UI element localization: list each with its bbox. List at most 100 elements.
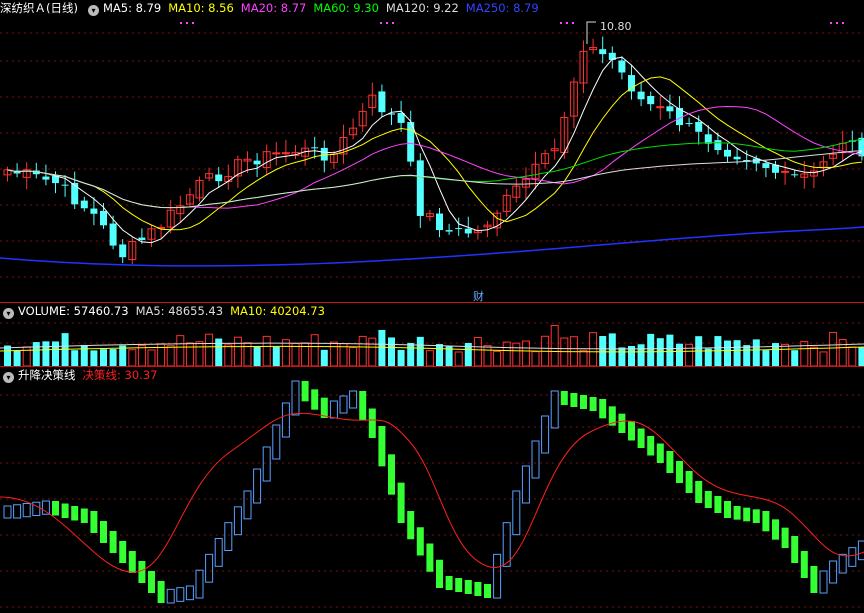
candle-body [628,75,635,92]
volume-indicator: MA5: 48655.43 [135,304,224,318]
candle-body [436,213,443,231]
volume-bar [436,344,443,366]
fall-bar [637,428,645,448]
fall-bar [128,551,136,573]
candle-body [138,237,146,240]
candle-body [71,182,79,205]
fall-bar [301,381,309,402]
candle-body [781,170,790,173]
rise-bar [185,585,194,601]
rise-bar [550,390,559,429]
rise-bar [819,570,828,594]
candle-body [714,140,722,151]
fall-bar [109,531,117,553]
volume-bar [137,344,146,366]
signal-dot [836,22,838,24]
ma-indicator: MA10: 8.56 [168,1,234,15]
candle-body [272,152,281,155]
volume-bar [666,334,674,366]
signal-chart[interactable] [0,367,864,613]
rise-bar [195,569,204,599]
rise-bar [243,490,252,520]
volume-bar [838,339,847,366]
candle-body [647,96,655,105]
signal-panel[interactable]: ▾ 升降决策线 决策线: 30.37 [0,367,864,613]
candle-body [599,49,607,55]
fall-bar [791,536,799,563]
rise-bar [521,465,530,504]
volume-bar [493,350,502,366]
toggle-icon[interactable]: ▾ [3,372,14,383]
ma-indicator: MA20: 8.77 [240,1,307,15]
volume-indicator: MA10: 40204.73 [230,304,325,318]
volume-bar [185,342,194,366]
candle-body [666,106,674,112]
fall-bar [685,471,693,493]
volume-bar [502,341,511,366]
rise-bar [857,540,864,561]
candle-body [656,106,665,109]
volume-bar [80,344,88,366]
volume-bar [791,350,799,366]
volume-bar [205,333,214,366]
fall-bar [724,501,731,518]
fall-bar [618,413,626,433]
fall-bar [752,509,760,523]
volume-bar [272,346,280,366]
rise-bar [531,440,540,479]
signal-dot [380,22,382,24]
volume-bar [407,342,415,366]
volume-bar [349,347,358,366]
rise-bar [541,415,550,454]
fall-bar [445,576,453,590]
fall-bar [397,482,405,523]
volume-bar [781,343,790,366]
toggle-icon[interactable]: ▾ [87,5,99,16]
fall-bar [589,397,597,411]
volume-bar [388,337,395,366]
volume-bar [128,349,137,366]
volume-bar [215,338,223,366]
volume-bar [762,350,770,366]
volume-bar [454,351,463,366]
volume-bar [599,336,607,366]
volume-bar [253,346,261,366]
fall-bar [484,584,491,598]
price-chart[interactable] [0,0,864,302]
fall-bar [320,397,328,418]
fall-bar [733,506,741,520]
rise-bar [224,522,233,552]
rise-bar [829,560,838,584]
volume-bar [233,336,242,366]
fall-bar [359,391,367,421]
volume-bar [90,350,98,366]
volume-panel[interactable]: ▾ VOLUME: 57460.73 MA5: 48655.43 MA10: 4020… [0,303,864,366]
volume-header: ▾ VOLUME: 57460.73 MA5: 48655.43 MA10: 4020… [0,303,339,319]
volume-bar [819,351,828,366]
volume-bar [752,339,760,366]
volume-bar [109,349,117,366]
volume-bar [416,336,424,366]
fall-bar [311,389,319,410]
rise-bar [281,402,290,438]
fall-bar [580,395,587,409]
candle-body [397,113,405,123]
candle-body [109,223,117,246]
rise-bar [512,490,521,536]
ma-indicator: MA5: 8.79 [102,1,162,15]
signal-dot [566,22,568,24]
candle-body [733,156,741,160]
toggle-icon[interactable]: ▾ [3,308,14,319]
ma-indicator: MA60: 9.30 [313,1,379,15]
fall-bar [388,454,395,495]
ma-indicator: MA120: 9.22 [385,1,459,15]
ma-indicator: MA250: 8.79 [465,1,539,15]
candle-body [858,137,864,157]
price-panel[interactable]: 深纺织Ａ(日线) ▾ MA5: 8.79 MA10: 8.56 MA20: 8.77 MA… [0,0,864,303]
rise-bar [32,501,41,516]
rise-bar [502,522,511,567]
candle-body [119,244,127,258]
candle-body [281,152,290,155]
rise-bar [166,588,175,604]
fall-bar [560,391,568,405]
